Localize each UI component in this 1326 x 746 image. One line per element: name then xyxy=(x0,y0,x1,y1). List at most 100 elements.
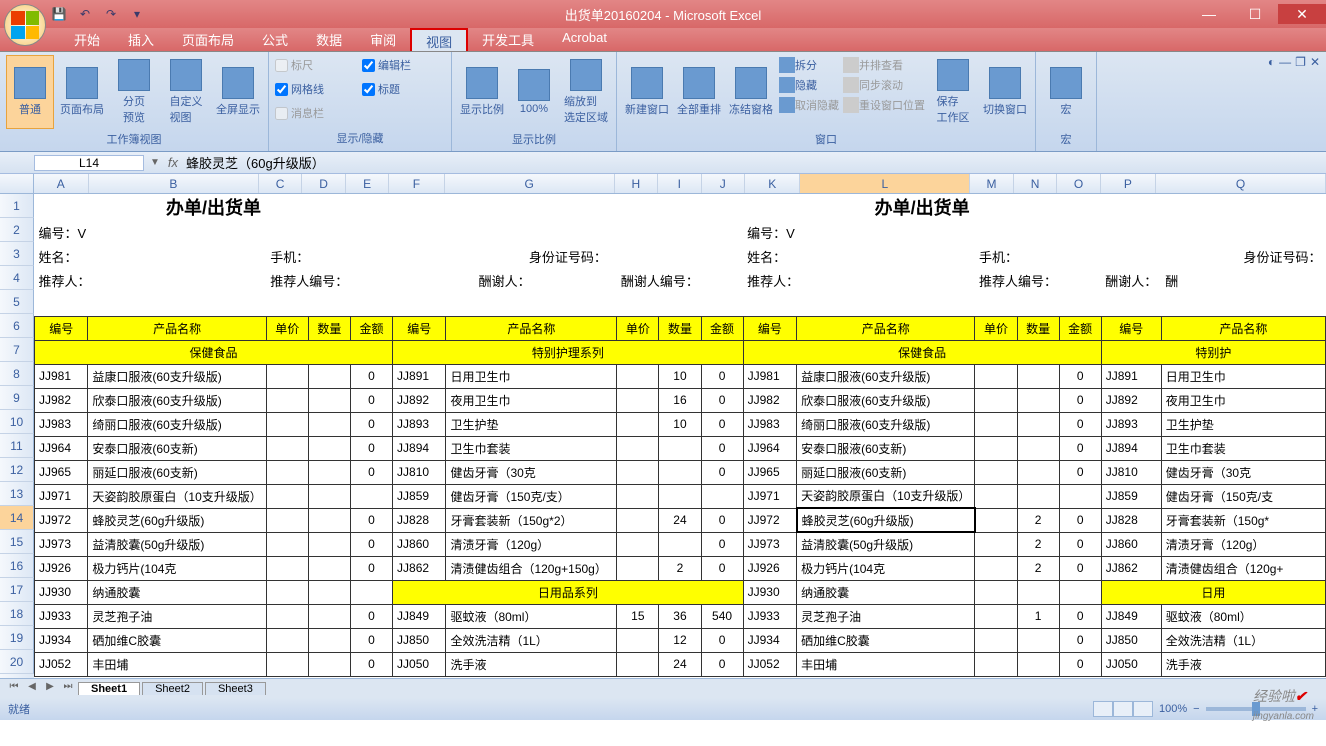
row-header-16[interactable]: 16 xyxy=(0,554,34,578)
window-btn-0[interactable]: 新建窗口 xyxy=(623,55,671,129)
view-btn-4[interactable]: 全屏显示 xyxy=(214,55,262,129)
row-header-7[interactable]: 7 xyxy=(0,338,34,362)
row-header-18[interactable]: 18 xyxy=(0,602,34,626)
col-header-N[interactable]: N xyxy=(1014,174,1057,193)
win-small-1[interactable]: 隐藏 xyxy=(779,77,839,93)
row-header-8[interactable]: 8 xyxy=(0,362,34,386)
show-check-2[interactable]: 消息栏 xyxy=(275,105,324,121)
qat-dropdown-icon[interactable]: ▾ xyxy=(126,3,148,25)
namebox-dropdown-icon[interactable]: ▼ xyxy=(150,157,160,168)
col-header-H[interactable]: H xyxy=(615,174,658,193)
col-header-P[interactable]: P xyxy=(1101,174,1156,193)
row-header-3[interactable]: 3 xyxy=(0,242,34,266)
ribbon-tab-7[interactable]: 开发工具 xyxy=(468,28,548,51)
col-header-D[interactable]: D xyxy=(302,174,345,193)
col-header-B[interactable]: B xyxy=(89,174,259,193)
zoom-btn-0[interactable]: 显示比例 xyxy=(458,55,506,129)
office-button[interactable] xyxy=(4,4,46,46)
save-icon[interactable]: 💾 xyxy=(48,3,70,25)
help-icon[interactable]: ◐ xyxy=(1268,55,1275,69)
sheet-tab-Sheet2[interactable]: Sheet2 xyxy=(142,682,203,695)
col-header-M[interactable]: M xyxy=(970,174,1013,193)
row-header-1[interactable]: 1 xyxy=(0,194,34,218)
row-header-17[interactable]: 17 xyxy=(0,578,34,602)
col-header-J[interactable]: J xyxy=(702,174,745,193)
row-header-6[interactable]: 6 xyxy=(0,314,34,338)
view-btn-1[interactable]: 页面布局 xyxy=(58,55,106,129)
row-header-10[interactable]: 10 xyxy=(0,410,34,434)
window-btn-2[interactable]: 冻结窗格 xyxy=(727,55,775,129)
view-btn-3[interactable]: 自定义视图 xyxy=(162,55,210,129)
col-header-G[interactable]: G xyxy=(445,174,615,193)
page-layout-view-icon[interactable] xyxy=(1113,701,1133,717)
name-box[interactable] xyxy=(34,155,144,171)
show-check-1[interactable]: 网格线 xyxy=(275,81,324,97)
select-all-corner[interactable] xyxy=(0,174,34,193)
undo-icon[interactable]: ↶ xyxy=(74,3,96,25)
normal-view-icon[interactable] xyxy=(1093,701,1113,717)
fx-icon[interactable]: fx xyxy=(168,155,178,170)
ribbon-tab-8[interactable]: Acrobat xyxy=(548,28,621,51)
doc-restore-button[interactable]: ❐ xyxy=(1295,55,1306,69)
row-header-5[interactable]: 5 xyxy=(0,290,34,314)
page-break-view-icon[interactable] xyxy=(1133,701,1153,717)
ribbon-tab-3[interactable]: 公式 xyxy=(248,28,302,51)
row-header-2[interactable]: 2 xyxy=(0,218,34,242)
ribbon-tab-2[interactable]: 页面布局 xyxy=(168,28,248,51)
doc-close-button[interactable]: ✕ xyxy=(1310,55,1320,69)
row-header-15[interactable]: 15 xyxy=(0,530,34,554)
view-btn-0[interactable]: 普通 xyxy=(6,55,54,129)
row-header-14[interactable]: 14 xyxy=(0,506,34,530)
row-header-4[interactable]: 4 xyxy=(0,266,34,290)
ribbon-tab-5[interactable]: 审阅 xyxy=(356,28,410,51)
col-header-A[interactable]: A xyxy=(34,174,89,193)
ribbon-tab-4[interactable]: 数据 xyxy=(302,28,356,51)
maximize-button[interactable]: ☐ xyxy=(1232,4,1278,24)
window-btn2-0[interactable]: 保存工作区 xyxy=(929,55,977,129)
win-small-0[interactable]: 拆分 xyxy=(779,57,839,73)
zoom-level[interactable]: 100% xyxy=(1159,703,1187,715)
macros-button[interactable]: 宏 xyxy=(1042,55,1090,129)
window-title: 出货单20160204 - Microsoft Excel xyxy=(565,5,762,24)
col-header-L[interactable]: L xyxy=(800,174,970,193)
row-header-11[interactable]: 11 xyxy=(0,434,34,458)
col-header-E[interactable]: E xyxy=(346,174,389,193)
row-header-9[interactable]: 9 xyxy=(0,386,34,410)
close-button[interactable]: ✕ xyxy=(1278,4,1326,24)
view-btn-2[interactable]: 分页预览 xyxy=(110,55,158,129)
row-header-20[interactable]: 20 xyxy=(0,650,34,674)
show-check-0[interactable]: 标尺 xyxy=(275,57,313,73)
ribbon-tab-6[interactable]: 视图 xyxy=(410,28,468,51)
show-check-3[interactable]: 编辑栏 xyxy=(362,57,411,73)
last-sheet-icon[interactable]: ⏭ xyxy=(60,681,76,697)
col-header-Q[interactable]: Q xyxy=(1156,174,1326,193)
win-small-2[interactable]: 取消隐藏 xyxy=(779,97,839,113)
row-header-13[interactable]: 13 xyxy=(0,482,34,506)
col-header-I[interactable]: I xyxy=(658,174,701,193)
formula-input[interactable]: 蜂胶灵芝（60g升级版） xyxy=(186,153,325,172)
ribbon-tab-0[interactable]: 开始 xyxy=(60,28,114,51)
minimize-button[interactable]: — xyxy=(1186,4,1232,24)
row-header-19[interactable]: 19 xyxy=(0,626,34,650)
redo-icon[interactable]: ↷ xyxy=(100,3,122,25)
col-header-C[interactable]: C xyxy=(259,174,302,193)
ribbon-tab-1[interactable]: 插入 xyxy=(114,28,168,51)
next-sheet-icon[interactable]: ▶ xyxy=(42,681,58,697)
zoom-out-icon[interactable]: − xyxy=(1193,703,1199,715)
window-btn-1[interactable]: 全部重排 xyxy=(675,55,723,129)
col-header-K[interactable]: K xyxy=(745,174,800,193)
first-sheet-icon[interactable]: ⏮ xyxy=(6,681,22,697)
col-header-O[interactable]: O xyxy=(1057,174,1100,193)
sheet-tab-Sheet3[interactable]: Sheet3 xyxy=(205,682,266,695)
col-header-F[interactable]: F xyxy=(389,174,444,193)
window-icon xyxy=(631,67,663,99)
zoom-btn-2[interactable]: 缩放到选定区域 xyxy=(562,55,610,129)
prev-sheet-icon[interactable]: ◀ xyxy=(24,681,40,697)
row-header-12[interactable]: 12 xyxy=(0,458,34,482)
sheet-tab-Sheet1[interactable]: Sheet1 xyxy=(78,682,140,695)
window-btn2-1[interactable]: 切换窗口 xyxy=(981,55,1029,129)
doc-minimize-button[interactable]: — xyxy=(1279,55,1291,69)
zoom-btn-1[interactable]: 100% xyxy=(510,55,558,129)
show-check-4[interactable]: 标题 xyxy=(362,81,400,97)
worksheet-grid[interactable]: ABCDEFGHIJKLMNOPQ 1234567891011121314151… xyxy=(0,174,1326,678)
